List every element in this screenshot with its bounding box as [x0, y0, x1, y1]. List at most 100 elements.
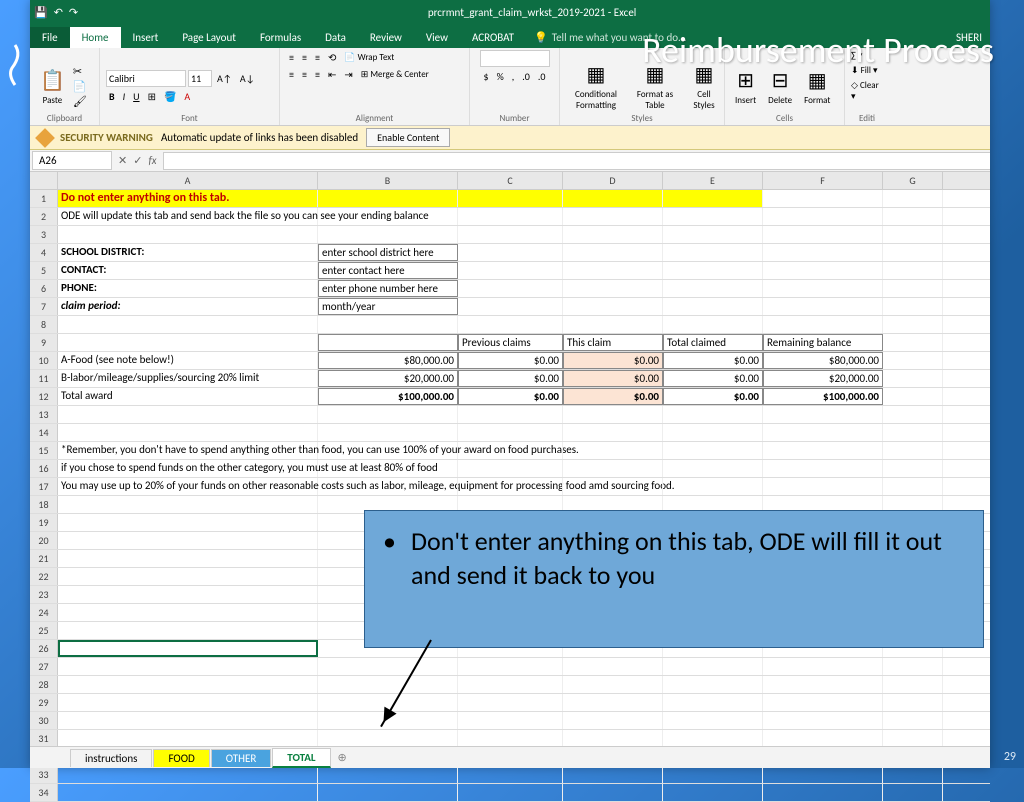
cell[interactable] — [763, 226, 883, 243]
cell[interactable] — [883, 244, 943, 261]
cell[interactable] — [663, 208, 763, 225]
cell[interactable] — [563, 442, 663, 459]
cell[interactable]: PHONE: — [58, 280, 318, 297]
cell[interactable] — [563, 658, 663, 675]
name-box[interactable] — [32, 151, 112, 170]
cell[interactable] — [58, 766, 318, 783]
cell[interactable] — [663, 226, 763, 243]
cell[interactable]: $0.00 — [458, 370, 563, 387]
row-header[interactable]: 5 — [30, 262, 58, 279]
add-sheet-button[interactable]: ⊕ — [338, 751, 347, 764]
cell[interactable] — [763, 712, 883, 729]
cell[interactable]: $0.00 — [563, 352, 663, 369]
cell[interactable] — [458, 280, 563, 297]
cell[interactable] — [883, 784, 943, 801]
cell[interactable] — [763, 676, 883, 693]
row-header[interactable]: 3 — [30, 226, 58, 243]
cell[interactable]: $0.00 — [663, 388, 763, 405]
cell[interactable] — [458, 424, 563, 441]
copy-icon[interactable]: 📄 — [73, 80, 87, 93]
cell[interactable] — [763, 784, 883, 801]
grow-font-button[interactable]: A↑ — [214, 71, 235, 86]
row-header[interactable]: 2 — [30, 208, 58, 225]
row-header[interactable]: 33 — [30, 766, 58, 783]
cell[interactable] — [563, 208, 663, 225]
border-button[interactable]: ⊞ — [145, 89, 159, 104]
cell[interactable] — [458, 784, 563, 801]
cell[interactable] — [883, 334, 943, 351]
cell[interactable] — [318, 460, 458, 477]
tab-data[interactable]: Data — [313, 27, 358, 48]
cell[interactable] — [883, 406, 943, 423]
align-left-button[interactable]: ≡ — [286, 67, 297, 82]
merge-center-button[interactable]: ⊞ Merge & Center — [358, 68, 432, 81]
cell[interactable] — [763, 262, 883, 279]
cell[interactable] — [763, 460, 883, 477]
row-header[interactable]: 10 — [30, 352, 58, 369]
cell[interactable] — [58, 496, 318, 513]
tab-file[interactable]: File — [30, 27, 70, 48]
cell[interactable] — [763, 406, 883, 423]
cell[interactable] — [763, 442, 883, 459]
fill-color-button[interactable]: 🪣 — [161, 89, 179, 104]
cell[interactable]: ODE will update this tab and send back t… — [58, 208, 318, 225]
paste-button[interactable]: 📋Paste — [36, 66, 69, 108]
tab-acrobat[interactable]: ACROBAT — [460, 27, 526, 48]
shrink-font-button[interactable]: A↓ — [237, 71, 258, 86]
align-middle-button[interactable]: ≡ — [299, 50, 310, 65]
cell[interactable] — [458, 262, 563, 279]
cell[interactable]: month/year — [318, 298, 458, 315]
cell[interactable] — [883, 280, 943, 297]
cell[interactable] — [563, 262, 663, 279]
cell[interactable] — [318, 424, 458, 441]
cell[interactable] — [458, 226, 563, 243]
cell[interactable] — [563, 478, 663, 495]
cell[interactable] — [58, 226, 318, 243]
cell[interactable] — [663, 262, 763, 279]
cell[interactable] — [563, 676, 663, 693]
cell[interactable]: B-labor/mileage/supplies/sourcing 20% li… — [58, 370, 318, 387]
cell[interactable] — [563, 766, 663, 783]
cell[interactable] — [318, 730, 458, 747]
cell[interactable] — [318, 784, 458, 801]
save-icon[interactable]: 💾 — [34, 6, 48, 19]
cell[interactable] — [883, 730, 943, 747]
cell[interactable] — [58, 658, 318, 675]
col-header-e[interactable]: E — [663, 172, 763, 189]
cell[interactable] — [663, 424, 763, 441]
redo-icon[interactable]: ↷ — [69, 6, 78, 19]
row-header[interactable]: 20 — [30, 532, 58, 549]
col-header-b[interactable]: B — [318, 172, 458, 189]
cell[interactable] — [663, 676, 763, 693]
cell[interactable] — [663, 460, 763, 477]
cell[interactable] — [458, 460, 563, 477]
cell[interactable] — [458, 478, 563, 495]
row-header[interactable]: 34 — [30, 784, 58, 801]
sheet-food[interactable]: FOOD — [153, 749, 209, 767]
font-color-button[interactable]: A — [181, 89, 193, 104]
cell[interactable]: Do not enter anything on this tab. — [58, 190, 318, 207]
cell[interactable]: A-Food (see note below!) — [58, 352, 318, 369]
cell[interactable] — [883, 460, 943, 477]
cell[interactable] — [58, 712, 318, 729]
cancel-icon[interactable]: ✕ — [118, 154, 127, 167]
bold-button[interactable]: B — [106, 89, 118, 104]
format-painter-icon[interactable]: 🖌 — [73, 95, 87, 108]
currency-button[interactable]: $ — [481, 69, 492, 84]
cell[interactable] — [318, 190, 458, 207]
cell[interactable]: enter school district here — [318, 244, 458, 261]
cell[interactable] — [58, 406, 318, 423]
sheet-other[interactable]: OTHER — [211, 749, 272, 767]
cell[interactable] — [318, 406, 458, 423]
cell[interactable] — [763, 190, 883, 207]
tab-formulas[interactable]: Formulas — [248, 27, 313, 48]
cell[interactable] — [883, 478, 943, 495]
col-header-a[interactable]: A — [58, 172, 318, 189]
cell[interactable] — [58, 316, 318, 333]
cell[interactable] — [883, 694, 943, 711]
row-header[interactable]: 31 — [30, 730, 58, 747]
cell[interactable] — [318, 658, 458, 675]
italic-button[interactable]: I — [120, 89, 129, 104]
cell[interactable]: $0.00 — [663, 370, 763, 387]
cell[interactable] — [58, 784, 318, 801]
